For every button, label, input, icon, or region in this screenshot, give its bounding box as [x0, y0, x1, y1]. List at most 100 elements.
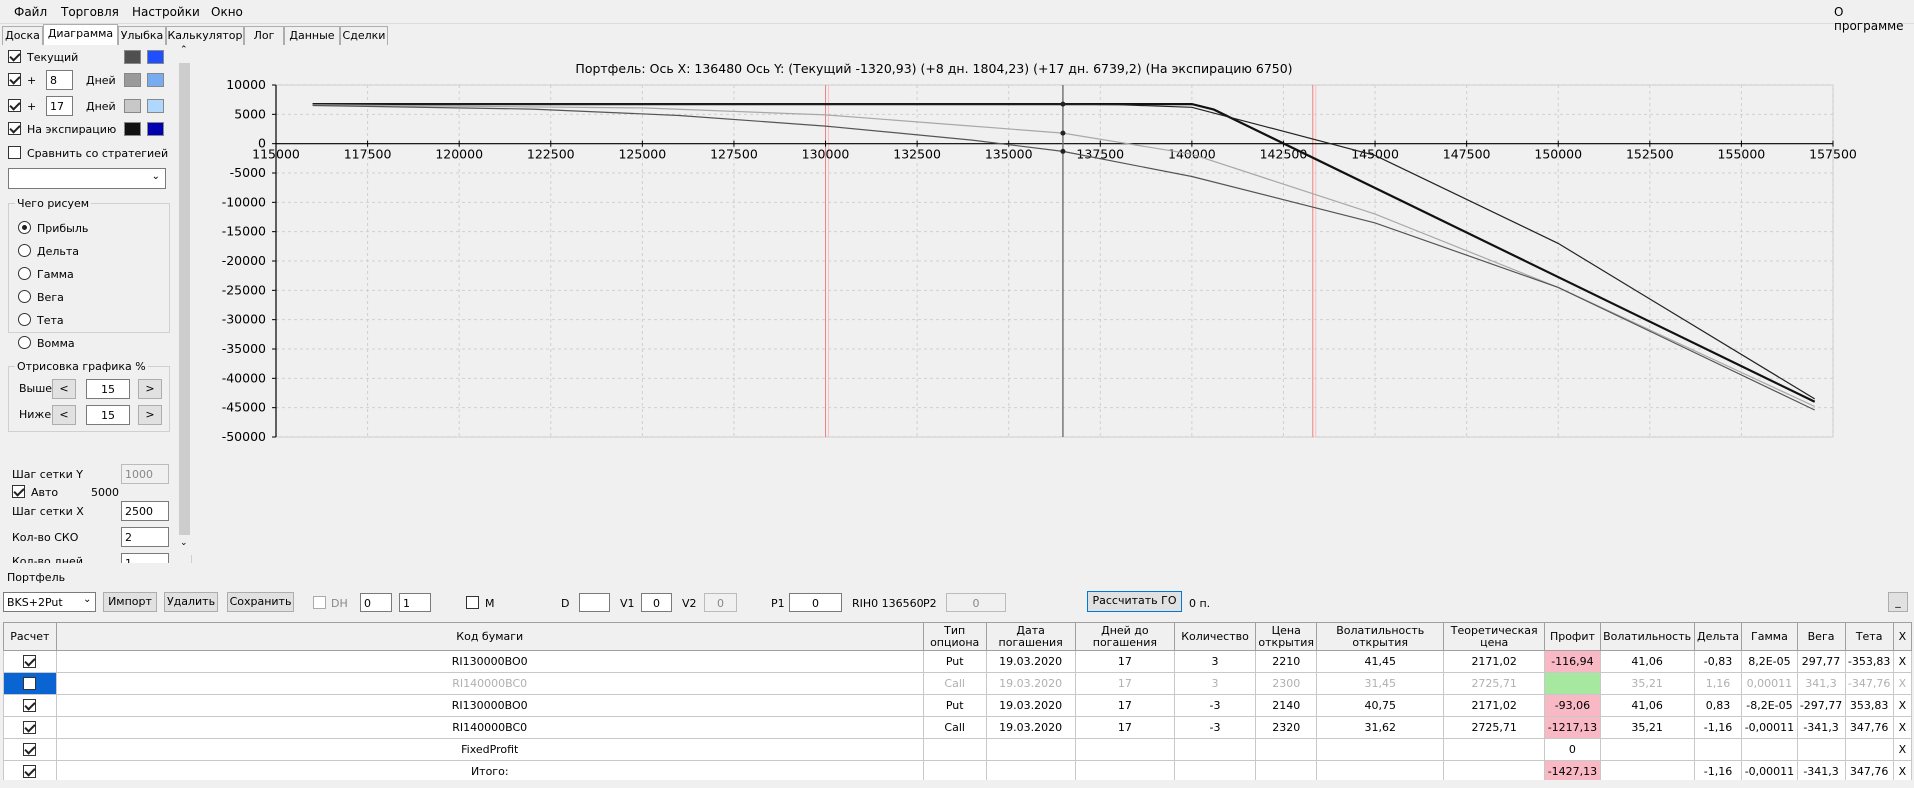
plus1-days-input[interactable]: 8 [46, 70, 73, 90]
col-header[interactable]: Волатильность открытия [1316, 622, 1445, 651]
plus1-color-2[interactable] [147, 73, 164, 87]
table-hscrollbar[interactable] [0, 780, 1914, 788]
tab-board[interactable]: Доска [2, 26, 43, 45]
dh-checkbox[interactable] [313, 596, 326, 609]
col-header[interactable]: Теоретическая цена [1443, 622, 1546, 651]
radio-theta[interactable] [18, 313, 31, 326]
p2-input[interactable]: 0 [946, 593, 1006, 612]
below-input[interactable]: 15 [86, 405, 130, 425]
save-button[interactable]: Сохранить [227, 592, 294, 612]
days-cut-input[interactable]: 1 [121, 553, 169, 563]
current-checkbox[interactable] [8, 50, 21, 63]
col-header[interactable]: X [1892, 622, 1913, 651]
scroll-up-icon[interactable]: ⌃ [180, 45, 188, 55]
row-delete-button[interactable]: X [1892, 650, 1913, 673]
col-header[interactable]: Цена открытия [1255, 622, 1318, 651]
radio-gamma[interactable] [18, 267, 31, 280]
v1-input[interactable]: 0 [641, 593, 672, 612]
menu-about[interactable]: О программе [1834, 5, 1914, 33]
row-delete-button[interactable]: X [1892, 716, 1913, 739]
plus1-color-1[interactable] [124, 73, 141, 87]
menu-window[interactable]: Окно [211, 5, 243, 19]
plus1-checkbox[interactable] [8, 73, 21, 86]
above-input[interactable]: 15 [86, 379, 130, 399]
calc-cell[interactable] [3, 738, 57, 761]
above-decrease-button[interactable]: < [52, 379, 76, 399]
above-increase-button[interactable]: > [138, 379, 162, 399]
delete-button[interactable]: Удалить [164, 592, 218, 612]
minimize-button[interactable]: _ [1888, 592, 1908, 612]
tab-deals[interactable]: Сделки [340, 26, 388, 45]
radio-profit[interactable] [18, 221, 31, 234]
spin1-input[interactable]: 0 [360, 593, 392, 612]
expiry-color-1[interactable] [124, 122, 141, 136]
row-calc-checkbox[interactable] [23, 765, 37, 779]
table-row[interactable]: RI130000BO0 Put 19.03.2020 17 3 2210 41,45 2171… [3, 650, 1913, 673]
menu-trading[interactable]: Торговля [61, 5, 119, 19]
settings-scrollbar[interactable]: ⌃ ⌄ [177, 45, 192, 555]
radio-delta[interactable] [18, 244, 31, 257]
col-header[interactable]: Тета [1844, 622, 1894, 651]
tab-log[interactable]: Лог [244, 26, 284, 45]
col-header[interactable]: Дней до погашения [1074, 622, 1176, 651]
v2-input[interactable]: 0 [704, 593, 737, 612]
below-decrease-button[interactable]: < [52, 405, 76, 425]
col-header[interactable]: Профит [1544, 622, 1601, 651]
col-header[interactable]: Гамма [1741, 622, 1798, 651]
row-calc-checkbox[interactable] [23, 743, 37, 757]
strategy-select[interactable]: ⌄ [8, 168, 166, 189]
calc-cell[interactable] [3, 716, 57, 739]
calc-cell[interactable] [3, 672, 57, 695]
row-calc-checkbox[interactable] [23, 655, 37, 669]
m-checkbox[interactable] [466, 596, 479, 609]
plus2-checkbox[interactable] [8, 99, 21, 112]
col-header[interactable]: Расчет [3, 622, 57, 651]
grid-y-input[interactable]: 1000 [121, 464, 169, 484]
col-header[interactable]: Дата погашения [985, 622, 1076, 651]
calc-go-button[interactable]: Рассчитать ГО [1087, 591, 1182, 612]
table-row[interactable]: RI130000BO0 Put 19.03.2020 17 -3 2140 40,75 217… [3, 694, 1913, 717]
tab-smile[interactable]: Улыбка [118, 26, 166, 45]
col-header[interactable]: Тип опциона [922, 622, 987, 651]
calc-cell[interactable] [3, 694, 57, 717]
menu-settings[interactable]: Настройки [132, 5, 200, 19]
table-row[interactable]: FixedProfit 0 X [3, 738, 1913, 761]
col-header[interactable]: Количество [1173, 622, 1257, 651]
grid-x-input[interactable]: 2500 [121, 501, 169, 521]
sko-input[interactable]: 2 [121, 527, 169, 547]
tab-diagram[interactable]: Диаграмма [43, 24, 118, 45]
row-delete-button[interactable]: X [1892, 694, 1913, 717]
below-increase-button[interactable]: > [138, 405, 162, 425]
import-button[interactable]: Импорт [103, 592, 157, 612]
menu-file[interactable]: Файл [14, 5, 47, 19]
row-delete-button[interactable]: X [1892, 738, 1913, 761]
profit-chart[interactable]: Портфель: Ось X: 136480 Ось Y: (Текущий … [193, 45, 1914, 563]
spin2-input[interactable]: 1 [399, 593, 431, 612]
plus2-color-1[interactable] [124, 99, 141, 113]
col-header[interactable]: Код бумаги [55, 622, 924, 651]
col-header[interactable]: Дельта [1693, 622, 1743, 651]
table-row[interactable]: RI140000BC0 Call 19.03.2020 17 3 2300 31,45 272… [3, 672, 1913, 695]
scroll-thumb[interactable] [179, 63, 190, 535]
plus2-color-2[interactable] [147, 99, 164, 113]
tab-data[interactable]: Данные [284, 26, 340, 45]
tab-calculator[interactable]: Калькулятор [166, 26, 244, 45]
plus2-days-input[interactable]: 17 [46, 96, 73, 116]
row-calc-checkbox[interactable] [23, 699, 37, 713]
scroll-down-icon[interactable]: ⌄ [180, 538, 188, 548]
current-color-1[interactable] [124, 50, 141, 64]
current-color-2[interactable] [147, 50, 164, 64]
auto-checkbox[interactable] [12, 485, 25, 498]
col-header[interactable]: Волатильность [1599, 622, 1695, 651]
row-calc-checkbox[interactable] [23, 721, 37, 735]
radio-vomma[interactable] [18, 336, 31, 349]
p1-input[interactable]: 0 [789, 593, 842, 612]
row-delete-button[interactable]: X [1892, 672, 1913, 695]
radio-vega[interactable] [18, 290, 31, 303]
table-row[interactable]: RI140000BC0 Call 19.03.2020 17 -3 2320 31,62 27… [3, 716, 1913, 739]
row-calc-checkbox[interactable] [23, 677, 37, 691]
compare-checkbox[interactable] [8, 146, 21, 159]
col-header[interactable]: Вега [1796, 622, 1846, 651]
expiry-color-2[interactable] [147, 122, 164, 136]
d-input[interactable] [579, 593, 610, 612]
